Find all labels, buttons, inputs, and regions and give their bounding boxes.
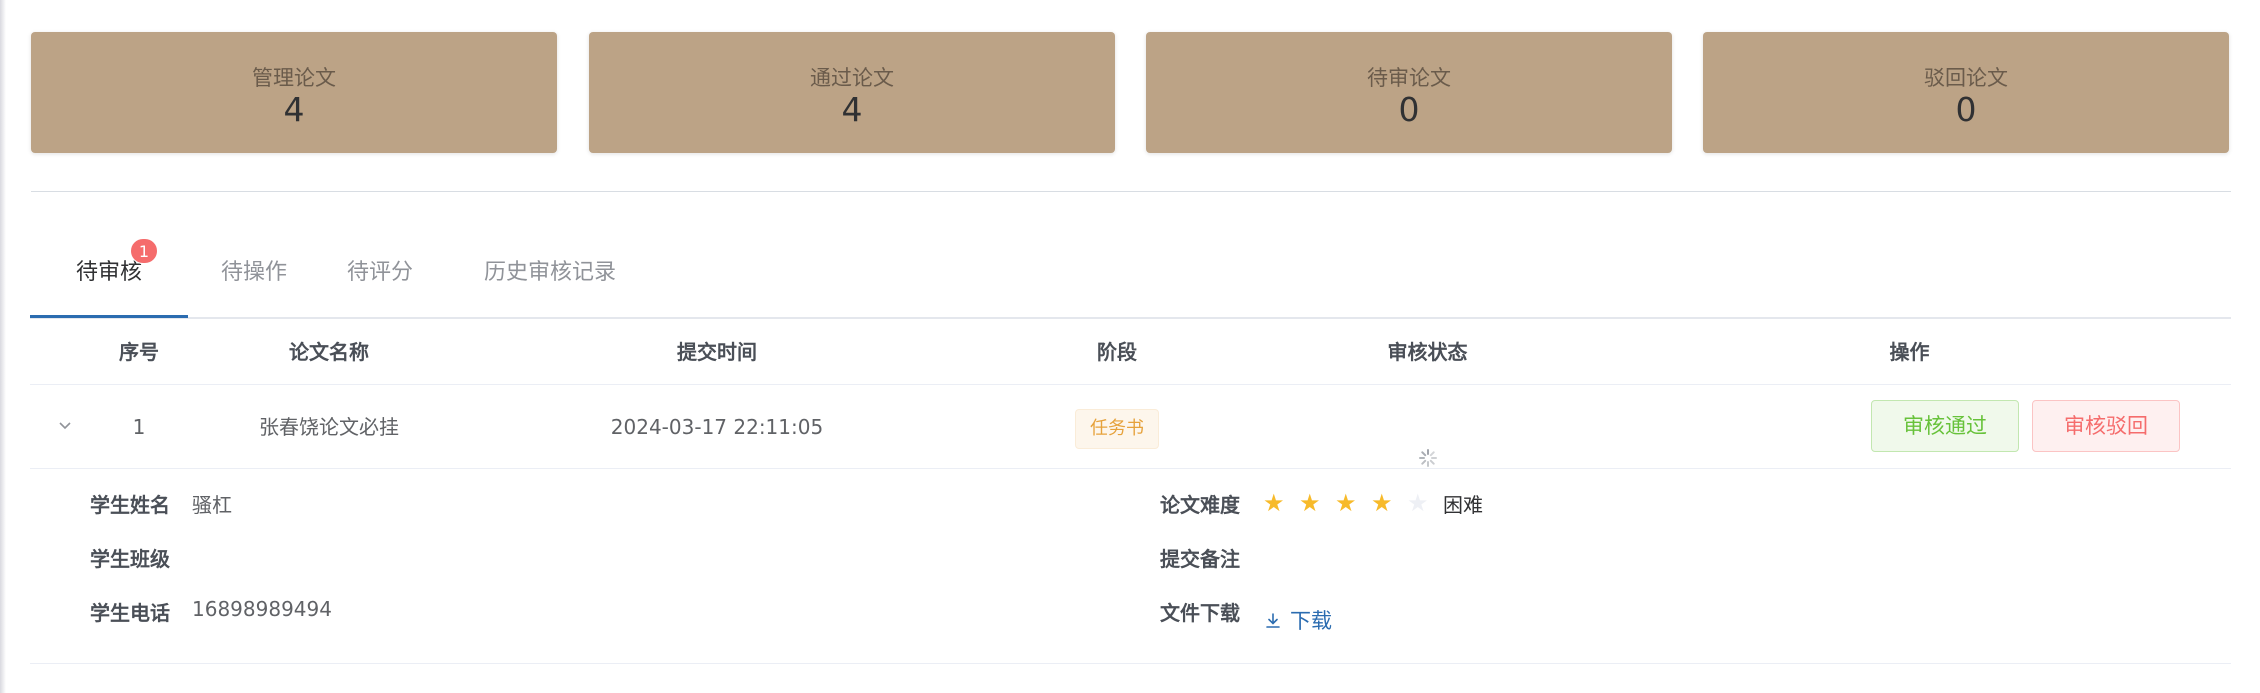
header-seq: 序号 <box>119 340 159 364</box>
download-icon <box>1266 613 1280 628</box>
tab-pending-action[interactable]: 待操作 <box>188 238 320 317</box>
file-download-label: 文件下载 <box>1160 601 1240 625</box>
star-icon: ★ <box>1263 489 1285 517</box>
table-row: 1 张春饶论文必挂 2024-03-17 22:11:05 任务书 审核通过 审… <box>30 385 2231 469</box>
cell-stage: 任务书 <box>967 385 1267 469</box>
reject-button[interactable]: 审核驳回 <box>2032 400 2180 452</box>
stat-label: 驳回论文 <box>1924 66 2008 90</box>
student-name-label: 学生姓名 <box>90 493 170 517</box>
student-class-label: 学生班级 <box>90 547 170 571</box>
stat-card-pending: 待审论文 0 <box>1146 32 1672 153</box>
star-icon: ★ <box>1407 489 1429 517</box>
tab-label: 待操作 <box>220 260 287 285</box>
download-link[interactable]: 下载 <box>1264 605 1332 635</box>
download-text: 下载 <box>1290 609 1332 633</box>
table-header: 序号 论文名称 提交时间 阶段 审核状态 操作 <box>30 319 2231 385</box>
section-divider <box>31 191 2231 192</box>
cell-status <box>1267 385 1588 469</box>
tab-label: 历史审核记录 <box>483 260 616 285</box>
tab-label: 待评分 <box>346 260 413 285</box>
review-table: 序号 论文名称 提交时间 阶段 审核状态 操作 1 张春饶论文必挂 2024-0… <box>30 319 2231 664</box>
header-name: 论文名称 <box>289 340 369 364</box>
header-time: 提交时间 <box>677 340 757 364</box>
stage-tag: 任务书 <box>1075 408 1159 449</box>
star-icon: ★ <box>1299 489 1321 517</box>
cell-seq: 1 <box>132 415 146 439</box>
student-name-value: 骚杠 <box>192 493 232 517</box>
star-icon: ★ <box>1371 489 1393 517</box>
remark-label: 提交备注 <box>1160 547 1240 571</box>
stat-value: 0 <box>1398 90 1420 129</box>
star-icon: ★ <box>1335 489 1357 517</box>
header-stage: 阶段 <box>1097 340 1137 364</box>
stat-label: 通过论文 <box>810 66 894 90</box>
stats-row: 管理论文 4 通过论文 4 待审论文 0 驳回论文 0 <box>31 32 2231 153</box>
pending-count-badge: 1 <box>130 238 158 264</box>
tab-pending-review[interactable]: 待审核 1 <box>30 238 188 317</box>
stat-card-rejected: 驳回论文 0 <box>1703 32 2229 153</box>
stat-card-passed: 通过论文 4 <box>589 32 1115 153</box>
stat-value: 0 <box>1955 90 1977 129</box>
difficulty-text: 困难 <box>1443 493 1483 517</box>
tab-pending-score[interactable]: 待评分 <box>320 238 440 317</box>
stat-value: 4 <box>283 90 305 129</box>
student-phone-value: 16898989494 <box>192 597 332 621</box>
chevron-down-icon[interactable] <box>54 415 76 437</box>
loading-icon <box>1418 419 1438 467</box>
expanded-row-detail: 学生姓名 骚杠 学生班级 学生电话 16898989494 论文难度 ★ ★ ★… <box>30 469 2231 664</box>
stat-label: 管理论文 <box>252 66 336 90</box>
header-status: 审核状态 <box>1387 340 1468 364</box>
cell-time: 2024-03-17 22:11:05 <box>610 415 824 439</box>
review-tabs: 待审核 1 待操作 待评分 历史审核记录 <box>30 238 2231 319</box>
approve-button[interactable]: 审核通过 <box>1871 400 2019 452</box>
header-operation: 操作 <box>1889 340 1930 364</box>
stat-value: 4 <box>841 90 863 129</box>
left-edge-shadow <box>0 0 6 693</box>
student-phone-label: 学生电话 <box>90 601 170 625</box>
cell-name: 张春饶论文必挂 <box>259 415 399 439</box>
stat-card-managed: 管理论文 4 <box>31 32 557 153</box>
difficulty-label: 论文难度 <box>1160 493 1240 517</box>
tab-label: 待审核 <box>75 260 142 285</box>
stat-label: 待审论文 <box>1367 66 1451 90</box>
tab-review-history[interactable]: 历史审核记录 <box>440 238 660 317</box>
active-tab-indicator <box>30 315 188 318</box>
